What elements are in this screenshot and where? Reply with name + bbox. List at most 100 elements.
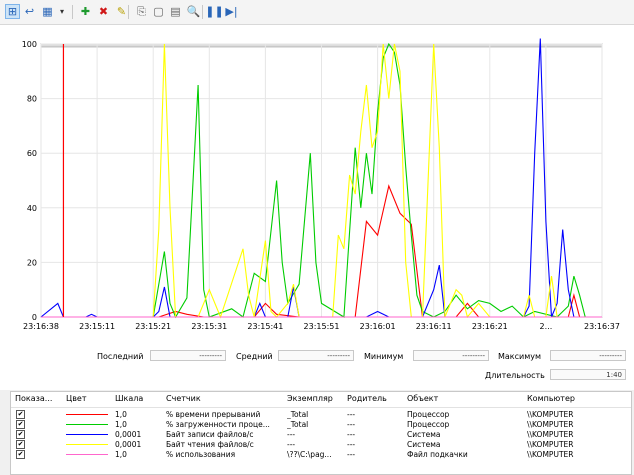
x-tick-label: 23:15:41	[247, 322, 283, 331]
cell-instance: _Total	[287, 420, 309, 429]
line-chart: 0 20 40 60 80 100 23:16:38 23:15:11 23:15:21 23:1…	[22, 38, 620, 331]
y-tick-label: 60	[27, 149, 37, 158]
cell-object: Процессор	[407, 410, 450, 419]
column-header[interactable]: Экземпляр	[287, 394, 333, 403]
color-swatch	[66, 454, 108, 455]
maximum-value: ---------	[550, 350, 626, 361]
column-header[interactable]: Цвет	[66, 394, 87, 403]
last-label: Последний	[97, 352, 144, 361]
view-graph-button[interactable]: ⊞	[5, 4, 20, 19]
average-value: ---------	[278, 350, 354, 361]
update-data-button[interactable]: ▶|	[224, 4, 239, 19]
average-label: Средний	[236, 352, 273, 361]
last-value: ---------	[150, 350, 226, 361]
x-tick-label: 23:16:11	[416, 322, 452, 331]
cell-parent: ---	[347, 430, 356, 439]
x-tick-label: 23:16:21	[472, 322, 508, 331]
maximum-label: Максимум	[498, 352, 542, 361]
cell-counter: % загруженности проце...	[166, 420, 270, 429]
cell-counter: % использования	[166, 450, 236, 459]
table-row[interactable]: ✔ 1,0 % использования \??\C:\pag... --- Файл …	[11, 450, 631, 460]
cell-computer: \\KOMPUTER	[527, 430, 574, 439]
cell-object: Система	[407, 430, 441, 439]
cell-instance: \??\C:\pag...	[287, 450, 332, 459]
x-tick-label: 23:15:51	[304, 322, 340, 331]
cell-parent: ---	[347, 420, 356, 429]
cell-scale: 0,0001	[115, 440, 142, 449]
cell-computer: \\KOMPUTER	[527, 440, 574, 449]
change-graph-type-button[interactable]: ▦	[40, 4, 55, 19]
cell-scale: 1,0	[115, 420, 127, 429]
toolbar-separator	[128, 5, 129, 19]
table-row[interactable]: ✔ 0,0001 Байт записи файлов/с --- --- Система…	[11, 430, 631, 440]
show-checkbox[interactable]: ✔	[16, 440, 25, 449]
performance-graph[interactable]: 0 20 40 60 80 100 23:16:38 23:15:11 23:15:21 23:1…	[0, 25, 634, 390]
cell-parent: ---	[347, 450, 356, 459]
column-header[interactable]: Объект	[407, 394, 438, 403]
y-tick-label: 20	[27, 258, 37, 267]
table-row[interactable]: ✔ 1,0 % времени прерываний _Total --- Процесс…	[11, 410, 631, 420]
minimum-value: ---------	[413, 350, 489, 361]
x-tick-label: 23:15:11	[79, 322, 115, 331]
cell-object: Система	[407, 440, 441, 449]
cell-computer: \\KOMPUTER	[527, 410, 574, 419]
x-tick-label: 23:16:37	[584, 322, 620, 331]
x-tick-label: 23:15:21	[135, 322, 171, 331]
color-swatch	[66, 444, 108, 445]
color-swatch	[66, 434, 108, 435]
column-header[interactable]: Счетчик	[166, 394, 201, 403]
y-tick-label: 100	[22, 40, 37, 49]
show-checkbox[interactable]: ✔	[16, 430, 25, 439]
cell-computer: \\KOMPUTER	[527, 420, 574, 429]
y-tick-label: 40	[27, 204, 37, 213]
graph-type-dropdown[interactable]: ▾	[58, 4, 66, 19]
cell-scale: 1,0	[115, 450, 127, 459]
column-header[interactable]: Родитель	[347, 394, 387, 403]
x-tick-label: 23:16:38	[23, 322, 59, 331]
show-checkbox[interactable]: ✔	[16, 450, 25, 459]
table-row[interactable]: ✔ 1,0 % загруженности проце... _Total --- Про…	[11, 420, 631, 430]
color-swatch	[66, 414, 108, 415]
zoom-button[interactable]: 🔍	[186, 4, 201, 19]
cell-scale: 0,0001	[115, 430, 142, 439]
color-swatch	[66, 424, 108, 425]
toolbar-separator	[72, 5, 73, 19]
cell-scale: 1,0	[115, 410, 127, 419]
table-row[interactable]: ✔ 0,0001 Байт чтения файлов/с --- --- Система…	[11, 440, 631, 450]
toolbar-separator	[202, 5, 203, 19]
paste-counter-list-button[interactable]: ▢	[151, 4, 166, 19]
highlight-button[interactable]: ✎	[114, 4, 129, 19]
freeze-display-button[interactable]: ❚❚	[205, 4, 223, 19]
cell-instance: ---	[287, 440, 296, 449]
minimum-label: Минимум	[364, 352, 404, 361]
toolbar: ⊞ ↩ ▦ ▾ ✚ ✖ ✎ ⎘ ▢ ▤ 🔍 ❚❚ ▶|	[0, 0, 634, 25]
delete-counter-button[interactable]: ✖	[96, 4, 111, 19]
show-checkbox[interactable]: ✔	[16, 410, 25, 419]
y-tick-label: 80	[27, 95, 37, 104]
y-tick-label: 0	[32, 313, 37, 322]
statistics-bar: Последний --------- Средний --------- Ми…	[0, 345, 634, 390]
cell-counter: Байт чтения файлов/с	[166, 440, 254, 449]
copy-properties-button[interactable]: ⎘	[134, 4, 149, 19]
x-tick-label: 2...	[540, 322, 553, 331]
cell-counter: Байт записи файлов/с	[166, 430, 254, 439]
cell-counter: % времени прерываний	[166, 410, 261, 419]
properties-button[interactable]: ▤	[168, 4, 183, 19]
column-header[interactable]: Компьютер	[527, 394, 575, 403]
column-header[interactable]: Шкала	[115, 394, 143, 403]
cell-object: Файл подкачки	[407, 450, 468, 459]
cell-object: Процессор	[407, 420, 450, 429]
show-checkbox[interactable]: ✔	[16, 420, 25, 429]
cell-computer: \\KOMPUTER	[527, 450, 574, 459]
view-histogram-button[interactable]: ↩	[22, 4, 37, 19]
duration-label: Длительность	[485, 371, 545, 380]
add-counter-button[interactable]: ✚	[78, 4, 93, 19]
header-divider	[11, 407, 631, 408]
column-header[interactable]: Показа...	[15, 394, 52, 403]
x-tick-label: 23:15:31	[191, 322, 227, 331]
cell-instance: ---	[287, 430, 296, 439]
counter-table[interactable]: Показа... Цвет Шкала Счетчик Экземпляр Родите…	[10, 391, 632, 475]
x-tick-label: 23:16:01	[360, 322, 396, 331]
duration-value: 1:40	[550, 369, 626, 380]
cell-instance: _Total	[287, 410, 309, 419]
